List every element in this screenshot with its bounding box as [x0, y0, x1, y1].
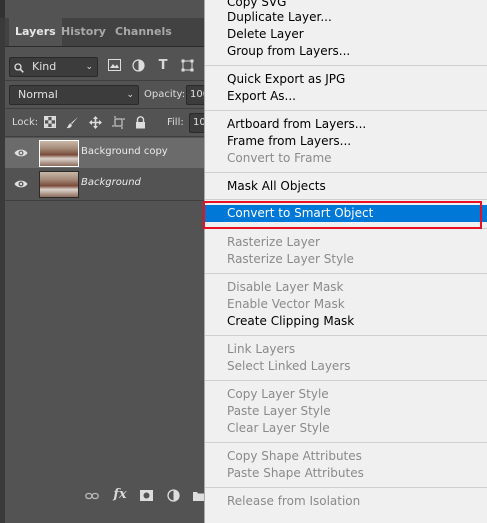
blend-mode-select[interactable]: Normal ⌄: [9, 85, 139, 105]
move-icon[interactable]: [88, 116, 102, 130]
layer-filter-select[interactable]: Kind ⌄: [9, 57, 98, 77]
mask-icon[interactable]: [139, 490, 153, 504]
menu-item-label: Link Layers: [227, 342, 296, 356]
tab-layers[interactable]: Layers: [9, 18, 62, 46]
divider: [5, 200, 215, 201]
adjustment-filter-icon[interactable]: [131, 59, 145, 73]
menu-item-label: Quick Export as JPG: [227, 72, 346, 86]
menu-item-rasterize-layer: Rasterize Layer: [205, 234, 487, 251]
blend-mode-value: Normal: [18, 88, 58, 101]
menu-item-create-clipping-mask[interactable]: Create Clipping Mask: [205, 313, 487, 330]
tab-channels[interactable]: Channels: [115, 18, 172, 46]
menu-item-label: Convert to Frame: [227, 151, 332, 165]
menu-item-enable-vector-mask: Enable Vector Mask: [205, 296, 487, 313]
layers-panel: [5, 0, 215, 523]
filter-kind-label: Kind: [32, 60, 57, 73]
menu-item-label: Export As...: [227, 89, 296, 103]
menu-item-label: Duplicate Layer...: [227, 10, 332, 24]
menu-item-label: Group from Layers...: [227, 44, 351, 58]
menu-item-convert-to-frame: Convert to Frame: [205, 150, 487, 167]
fill-label: Fill:: [167, 117, 184, 128]
layer-name: Background copy: [81, 146, 168, 157]
highlight-annotation-box: [203, 201, 482, 229]
opacity-label: Opacity:: [144, 89, 186, 100]
menu-separator: [205, 442, 487, 443]
panel-tabs: Layers History Channels: [5, 18, 215, 47]
menu-item-release-from-isolation: Release from Isolation: [205, 493, 487, 510]
menu-item-paste-layer-style: Paste Layer Style: [205, 403, 487, 420]
menu-separator: [205, 172, 487, 173]
menu-item-clear-layer-style: Clear Layer Style: [205, 420, 487, 437]
image-filter-icon[interactable]: [107, 59, 121, 73]
menu-item-paste-shape-attributes: Paste Shape Attributes: [205, 465, 487, 482]
chevron-down-icon: ⌄: [85, 62, 93, 72]
menu-separator: [205, 487, 487, 488]
adjustment-icon[interactable]: [166, 489, 180, 503]
link-icon[interactable]: [85, 490, 99, 504]
menu-item-label: Release from Isolation: [227, 494, 361, 508]
menu-item-disable-layer-mask: Disable Layer Mask: [205, 279, 487, 296]
menu-separator: [205, 273, 487, 274]
eye-icon[interactable]: [14, 147, 28, 159]
menu-item-label: Paste Layer Style: [227, 404, 331, 418]
menu-item-label: Clear Layer Style: [227, 421, 330, 435]
menu-item-label: Rasterize Layer Style: [227, 252, 354, 266]
lock-label: Lock:: [12, 117, 39, 128]
menu-item-label: Copy Shape Attributes: [227, 449, 362, 463]
layer-row-background[interactable]: Background: [5, 169, 205, 199]
menu-separator: [205, 110, 487, 111]
menu-item-select-linked-layers: Select Linked Layers: [205, 358, 487, 375]
menu-item-group-from-layers[interactable]: Group from Layers...: [205, 43, 487, 60]
layer-thumbnail: [39, 140, 79, 167]
menu-item-link-layers: Link Layers: [205, 341, 487, 358]
menu-item-label: Create Clipping Mask: [227, 314, 355, 328]
menu-item-export-as[interactable]: Export As...: [205, 88, 487, 105]
menu-separator: [205, 380, 487, 381]
shape-filter-icon[interactable]: [180, 59, 194, 73]
menu-item-mask-all-objects[interactable]: Mask All Objects: [205, 178, 487, 195]
menu-item-label: Delete Layer: [227, 27, 304, 41]
brush-icon[interactable]: [65, 116, 79, 130]
menu-item-label: Select Linked Layers: [227, 359, 351, 373]
layer-row-background-copy[interactable]: Background copy: [5, 138, 205, 168]
divider: [5, 80, 215, 81]
menu-item-label: Frame from Layers...: [227, 134, 352, 148]
menu-separator: [205, 335, 487, 336]
menu-separator: [205, 65, 487, 66]
menu-item-label: Artboard from Layers...: [227, 117, 367, 131]
menu-item-duplicate-layer[interactable]: Duplicate Layer...: [205, 9, 487, 26]
artboard-icon[interactable]: [111, 116, 125, 130]
chevron-down-icon: ⌄: [126, 90, 134, 100]
layer-thumbnail: [39, 171, 79, 198]
menu-item-label: Enable Vector Mask: [227, 297, 345, 311]
context-menu: Copy SVG Duplicate Layer... Delete Layer…: [204, 0, 487, 523]
menu-separator: [205, 199, 487, 200]
menu-item-rasterize-layer-style: Rasterize Layer Style: [205, 251, 487, 268]
divider: [5, 136, 215, 137]
menu-item-label: Copy Layer Style: [227, 387, 329, 401]
menu-item-copy-shape-attributes: Copy Shape Attributes: [205, 448, 487, 465]
fx-icon[interactable]: fx: [112, 488, 128, 502]
divider: [5, 108, 215, 109]
menu-item-frame-from-layers[interactable]: Frame from Layers...: [205, 133, 487, 150]
type-filter-icon[interactable]: T: [156, 59, 170, 73]
eye-icon[interactable]: [14, 178, 28, 190]
menu-item-label: Rasterize Layer: [227, 235, 320, 249]
tab-history[interactable]: History: [61, 18, 106, 46]
lock-icon[interactable]: [133, 116, 147, 130]
menu-item-copy-layer-style: Copy Layer Style: [205, 386, 487, 403]
menu-item-label: Mask All Objects: [227, 179, 326, 193]
menu-item-label: Paste Shape Attributes: [227, 466, 364, 480]
search-icon: [14, 61, 24, 73]
lock-transparent-icon[interactable]: [43, 116, 57, 130]
menu-item-quick-export-jpg[interactable]: Quick Export as JPG: [205, 71, 487, 88]
menu-item-label: Disable Layer Mask: [227, 280, 344, 294]
layer-name: Background: [81, 177, 141, 188]
menu-item-artboard-from-layers[interactable]: Artboard from Layers...: [205, 116, 487, 133]
menu-item-delete-layer[interactable]: Delete Layer: [205, 26, 487, 43]
